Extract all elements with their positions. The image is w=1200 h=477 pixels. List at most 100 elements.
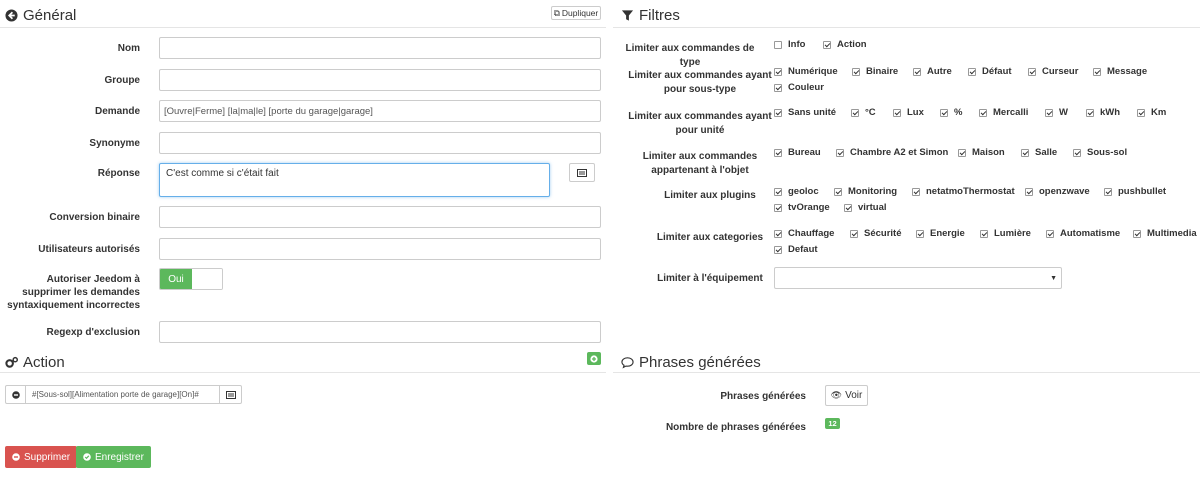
checkbox-checked-icon bbox=[940, 108, 948, 117]
autoriser-toggle[interactable]: Oui bbox=[159, 268, 223, 290]
filter-unit-item[interactable]: Mercalli bbox=[979, 107, 1028, 118]
filter-object-item[interactable]: Bureau bbox=[774, 147, 821, 158]
filter-subtype-item[interactable]: Numérique bbox=[774, 66, 838, 77]
filter-plugin-item[interactable]: virtual bbox=[844, 202, 887, 213]
phrases-divider bbox=[613, 372, 1200, 373]
reponse-textarea[interactable]: C'est comme si c'était fait bbox=[159, 163, 550, 197]
groupe-input[interactable] bbox=[159, 69, 601, 91]
checkbox-checked-icon bbox=[774, 229, 782, 238]
filter-unit-item[interactable]: % bbox=[940, 107, 962, 118]
synonyme-label: Synonyme bbox=[89, 138, 140, 149]
filter-unit-item[interactable]: Lux bbox=[893, 107, 924, 118]
filter-type-info[interactable]: Info bbox=[774, 39, 805, 50]
filter-object-item[interactable]: Sous-sol bbox=[1073, 147, 1127, 158]
checkbox-checked-icon bbox=[893, 108, 901, 117]
view-phrases-button[interactable]: 👁 Voir bbox=[825, 385, 868, 406]
reponse-options-button[interactable] bbox=[569, 163, 595, 182]
filter-category-item[interactable]: Energie bbox=[916, 228, 965, 239]
checkbox-checked-icon bbox=[774, 148, 782, 157]
checkbox-checked-icon bbox=[774, 187, 782, 196]
filter-unit-item[interactable]: W bbox=[1045, 107, 1068, 118]
checkbox-checked-icon bbox=[844, 203, 852, 212]
checkbox-checked-icon bbox=[1028, 67, 1036, 76]
checkbox-checked-icon bbox=[774, 245, 782, 254]
filter-subtype-item[interactable]: Binaire bbox=[852, 66, 898, 77]
synonyme-input[interactable] bbox=[159, 132, 601, 154]
conversion-input[interactable] bbox=[159, 206, 601, 228]
filter-plugin-item[interactable]: geoloc bbox=[774, 186, 819, 197]
filter-object-label: Limiter aux commandes appartenant à l'ob… bbox=[642, 151, 758, 176]
regexp-label: Regexp d'exclusion bbox=[46, 327, 140, 338]
toggle-off-area bbox=[192, 269, 222, 289]
phrases-heading: Phrases générées bbox=[621, 354, 761, 371]
filter-icon bbox=[621, 10, 634, 21]
demande-input[interactable]: [Ouvre|Ferme] [la|ma|le] [porte du garag… bbox=[159, 100, 601, 122]
filter-equipment-select[interactable]: ▼ bbox=[774, 267, 1062, 289]
filter-category-item[interactable]: Multimedia bbox=[1133, 228, 1197, 239]
filter-object-item[interactable]: Maison bbox=[958, 147, 1005, 158]
filter-unit-item[interactable]: Sans unité bbox=[774, 107, 836, 118]
phrases-count-label: Nombre de phrases générées bbox=[665, 422, 806, 433]
utilisateurs-input[interactable] bbox=[159, 238, 601, 260]
checkbox-checked-icon bbox=[1086, 108, 1094, 117]
filter-object-item[interactable]: Chambre A2 et Simon bbox=[836, 147, 948, 158]
regexp-input[interactable] bbox=[159, 321, 601, 343]
list-alt-icon bbox=[225, 390, 236, 399]
nom-label: Nom bbox=[117, 43, 140, 54]
gears-icon bbox=[5, 356, 18, 368]
nom-input[interactable] bbox=[159, 37, 601, 59]
action-command-input[interactable]: #[Sous-sol][Alimentation porte de garage… bbox=[26, 386, 219, 403]
filter-unit-item[interactable]: kWh bbox=[1086, 107, 1120, 118]
checkbox-checked-icon bbox=[980, 229, 988, 238]
comment-icon bbox=[621, 357, 634, 369]
filter-unit-label: Limiter aux commandes ayant pour unité bbox=[628, 111, 772, 136]
action-options-button[interactable] bbox=[219, 386, 241, 403]
checkbox-checked-icon bbox=[1133, 229, 1141, 238]
checkbox-checked-icon bbox=[852, 67, 860, 76]
filter-object-item[interactable]: Salle bbox=[1021, 147, 1057, 158]
filter-plugin-item[interactable]: Monitoring bbox=[834, 186, 897, 197]
filter-plugin-item[interactable]: openzwave bbox=[1025, 186, 1090, 197]
filter-subtype-item[interactable]: Curseur bbox=[1028, 66, 1078, 77]
filter-subtype-item[interactable]: Défaut bbox=[968, 66, 1012, 77]
save-button[interactable]: Enregistrer bbox=[76, 446, 151, 468]
phrases-count-badge: 12 bbox=[825, 418, 840, 429]
eye-icon: 👁 bbox=[830, 390, 843, 400]
filter-category-item[interactable]: Defaut bbox=[774, 244, 818, 255]
remove-action-button[interactable] bbox=[6, 386, 26, 403]
filter-plugin-item[interactable]: pushbullet bbox=[1104, 186, 1166, 197]
filter-plugins-label: Limiter aux plugins bbox=[664, 190, 756, 201]
general-title: Général bbox=[23, 7, 77, 24]
checkbox-checked-icon bbox=[1046, 229, 1054, 238]
filter-subtype-item[interactable]: Message bbox=[1093, 66, 1147, 77]
filter-category-item[interactable]: Chauffage bbox=[774, 228, 834, 239]
filter-type-action[interactable]: Action bbox=[823, 39, 867, 50]
groupe-label: Groupe bbox=[104, 75, 140, 86]
filter-category-item[interactable]: Automatisme bbox=[1046, 228, 1120, 239]
filter-unit-item[interactable]: Km bbox=[1137, 107, 1166, 118]
checkbox-checked-icon bbox=[1104, 187, 1112, 196]
filter-category-item[interactable]: Sécurité bbox=[850, 228, 902, 239]
checkbox-checked-icon bbox=[774, 108, 782, 117]
filter-plugin-item[interactable]: netatmoThermostat bbox=[912, 186, 1015, 197]
checkbox-checked-icon bbox=[968, 67, 976, 76]
toggle-on-label: Oui bbox=[160, 269, 192, 289]
filter-subtype-label: Limiter aux commandes ayant pour sous-ty… bbox=[628, 70, 772, 95]
filter-type-label: Limiter aux commandes de type bbox=[625, 43, 755, 68]
filter-subtype-item[interactable]: Autre bbox=[913, 66, 952, 77]
phrases-generated-label: Phrases générées bbox=[720, 391, 806, 402]
filter-category-item[interactable]: Lumière bbox=[980, 228, 1031, 239]
checkbox-checked-icon bbox=[913, 67, 921, 76]
filter-plugin-item[interactable]: tvOrange bbox=[774, 202, 830, 213]
action-heading: Action bbox=[5, 354, 65, 371]
duplicate-button[interactable]: ⧉ Dupliquer bbox=[551, 6, 601, 20]
checkbox-checked-icon bbox=[916, 229, 924, 238]
add-action-button[interactable] bbox=[587, 352, 601, 365]
action-row: #[Sous-sol][Alimentation porte de garage… bbox=[5, 385, 242, 404]
filters-heading: Filtres bbox=[621, 7, 680, 24]
delete-button[interactable]: Supprimer bbox=[5, 446, 78, 468]
filter-subtype-item[interactable]: Couleur bbox=[774, 82, 824, 93]
autoriser-label: Autoriser Jeedom à supprimer les demande… bbox=[7, 274, 140, 311]
filter-unit-item[interactable]: °C bbox=[851, 107, 876, 118]
filter-equipment-label: Limiter à l'équipement bbox=[657, 273, 763, 284]
